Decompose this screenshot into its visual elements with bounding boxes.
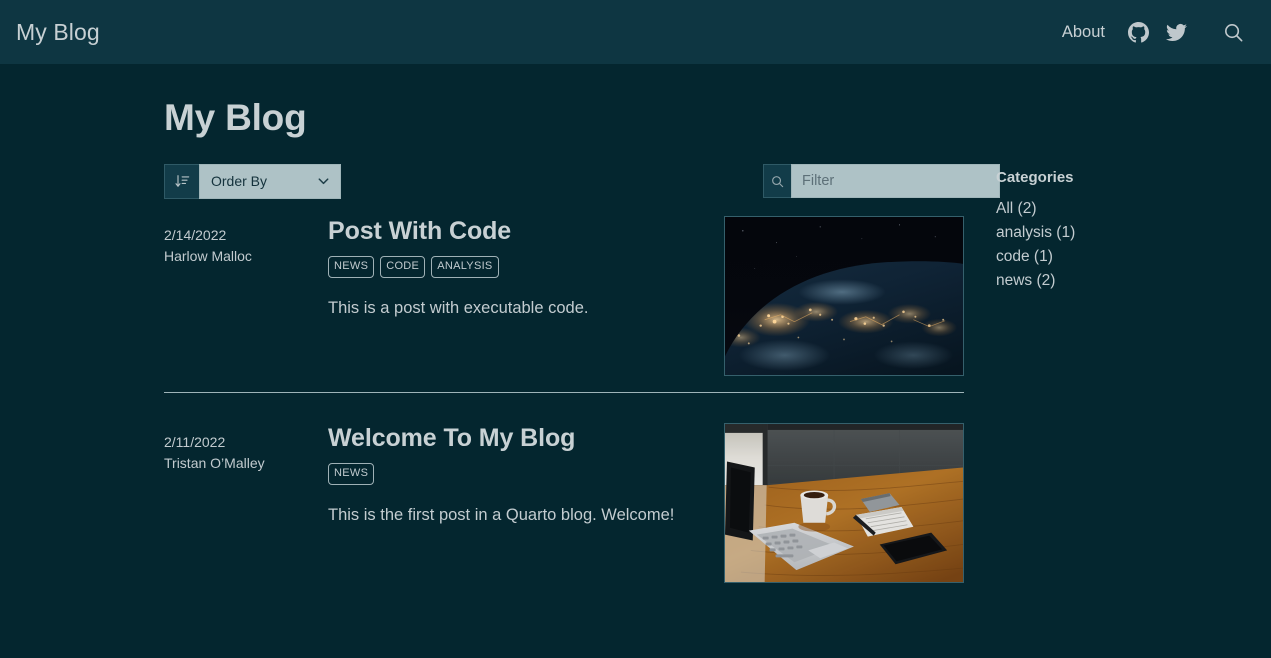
post-meta: 2/14/2022 Harlow Malloc <box>164 216 328 268</box>
post-body: Post With Code NEWS CODE ANALYSIS This i… <box>328 216 724 320</box>
tag-badge[interactable]: ANALYSIS <box>431 256 498 278</box>
category-item-code[interactable]: code (1) <box>996 245 1184 269</box>
post-meta: 2/11/2022 Tristan O’Malley <box>164 423 328 475</box>
list-item[interactable]: 2/14/2022 Harlow Malloc Post With Code N… <box>164 216 964 392</box>
navbar-right-group: About <box>1048 12 1253 52</box>
navbar-brand[interactable]: My Blog <box>16 21 100 44</box>
navbar-search-icon[interactable] <box>1213 12 1253 52</box>
categories-title: Categories <box>996 170 1184 185</box>
post-thumbnail-earth[interactable] <box>724 216 964 376</box>
listing-layout: Order By <box>0 164 1271 599</box>
content-container: My Blog <box>0 64 1271 599</box>
post-thumbnail-desk[interactable] <box>724 423 964 583</box>
twitter-icon[interactable] <box>1157 13 1195 51</box>
categories-list: All (2) analysis (1) code (1) news (2) <box>996 197 1184 294</box>
category-item-analysis[interactable]: analysis (1) <box>996 221 1184 245</box>
post-title[interactable]: Post With Code <box>328 216 704 246</box>
filter-search-icon[interactable] <box>763 164 791 198</box>
order-by-group: Order By <box>164 164 341 199</box>
category-item-all[interactable]: All (2) <box>996 197 1184 221</box>
tag-badge[interactable]: NEWS <box>328 463 374 485</box>
post-description: This is the first post in a Quarto blog.… <box>328 504 704 527</box>
categories-sidebar: Categories All (2) analysis (1) code (1)… <box>964 164 1184 599</box>
listing-column: Order By <box>164 164 964 599</box>
post-author: Tristan O’Malley <box>164 453 328 475</box>
page-content: My Blog <box>0 64 1271 599</box>
post-date: 2/14/2022 <box>164 225 328 247</box>
top-navbar: My Blog About <box>0 0 1271 64</box>
post-body: Welcome To My Blog NEWS This is the firs… <box>328 423 724 527</box>
sort-descending-icon[interactable] <box>164 164 199 199</box>
order-by-select[interactable]: Order By <box>199 164 341 199</box>
nav-link-about[interactable]: About <box>1048 16 1119 49</box>
filter-group <box>763 164 964 198</box>
post-list: 2/14/2022 Harlow Malloc Post With Code N… <box>164 216 964 599</box>
post-author: Harlow Malloc <box>164 246 328 268</box>
post-date: 2/11/2022 <box>164 432 328 454</box>
post-title[interactable]: Welcome To My Blog <box>328 423 704 453</box>
order-by-select-wrap: Order By <box>199 164 341 199</box>
page-title: My Blog <box>164 97 1271 140</box>
category-item-news[interactable]: news (2) <box>996 269 1184 293</box>
post-tags: NEWS <box>328 463 704 485</box>
tag-badge[interactable]: CODE <box>380 256 425 278</box>
page-title-block: My Blog <box>0 64 1271 140</box>
listing-controls: Order By <box>164 164 964 199</box>
post-description: This is a post with executable code. <box>328 297 704 320</box>
post-tags: NEWS CODE ANALYSIS <box>328 256 704 278</box>
github-icon[interactable] <box>1119 13 1157 51</box>
list-item[interactable]: 2/11/2022 Tristan O’Malley Welcome To My… <box>164 392 964 599</box>
tag-badge[interactable]: NEWS <box>328 256 374 278</box>
